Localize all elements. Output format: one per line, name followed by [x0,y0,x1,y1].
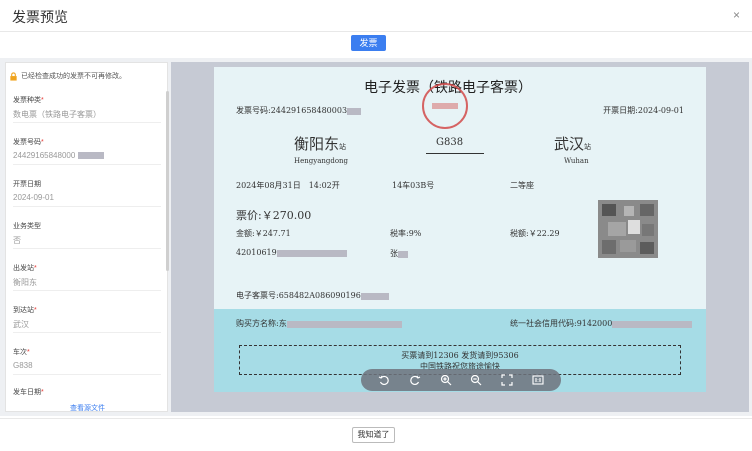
field-label: 业务类型 [13,223,41,230]
field-value[interactable]: 2024-09-01 [13,193,161,202]
field-value[interactable]: G838 [13,361,161,370]
field-value[interactable]: 武汉 [13,319,161,330]
invoice-number: 发票号码:244291658480003 [236,105,362,116]
zoom-out-icon[interactable] [469,373,483,387]
field-train-number: 车次* G838 [13,345,161,375]
departure-time: 2024年08月31日 14:02开 [236,181,340,190]
departure-station: 衡阳东站 [294,135,347,153]
train-arrow-line [426,153,484,154]
buyer-name: 购买方名称:东 [236,318,402,329]
view-source-file-link[interactable]: 查看源文件 [6,403,169,413]
e-ticket-number: 电子客票号:658482A086090196 [236,290,389,301]
field-label: 发车日期* [13,389,44,396]
field-departure-station: 出发站* 衡阳东 [13,261,161,291]
qr-code [598,200,658,258]
field-value[interactable]: 衡阳东 [13,277,161,288]
field-label: 发票号码* [13,139,44,146]
field-business-type: 业务类型 否 [13,219,161,249]
field-departure-date: 发车日期* [13,385,161,399]
dialog-title: 发票预览 [12,9,68,25]
field-label: 开票日期 [13,181,41,188]
field-invoice-number: 发票号码* 24429165848000 [13,135,161,165]
field-label: 到达站* [13,307,37,314]
field-issue-date: 开票日期 2024-09-01 [13,177,161,207]
seat-class: 二等座 [510,181,534,190]
tab-bar: 发票 [0,32,752,54]
tax-rate: 税率:9% [390,229,422,238]
rotate-left-icon[interactable] [377,373,391,387]
tax-amount: 税额:￥22.29 [510,229,560,238]
viewer-toolbar [361,369,561,391]
rotate-right-icon[interactable] [408,373,422,387]
lock-notice: 已经检查成功的发票不可再修改。 [9,69,167,83]
field-label: 出发站* [13,265,37,272]
field-invoice-type: 发票种类* 数电票（铁路电子客票） [13,93,161,123]
notice-line-1: 买票请到12306 发货请到95306 [401,351,519,360]
notice-text: 已经检查成功的发票不可再修改。 [21,73,126,80]
issue-date: 开票日期:2024-09-01 [603,106,684,115]
arrival-pinyin: Wuhan [564,157,589,165]
close-icon[interactable]: × [733,8,740,22]
invoice-info-panel: 已经检查成功的发票不可再修改。 发票种类* 数电票（铁路电子客票） 发票号码* … [5,62,169,413]
arrival-station: 武汉站 [554,135,592,153]
passenger-id: 42010619 [236,248,347,257]
dialog-footer: 我知道了 [0,418,752,451]
seal-stamp [422,83,468,129]
actual-size-icon[interactable] [531,373,545,387]
departure-pinyin: Hengyangdong [294,157,349,165]
field-value[interactable]: 否 [13,235,161,246]
car-seat: 14车03B号 [392,181,435,190]
field-arrival-station: 到达站* 武汉 [13,303,161,333]
amount: 金额:￥247.71 [236,229,291,238]
zoom-in-icon[interactable] [439,373,453,387]
field-label: 发票种类* [13,97,44,104]
acknowledge-button[interactable]: 我知道了 [352,427,395,443]
lock-icon [10,71,17,81]
fit-screen-icon[interactable] [500,373,514,387]
passenger-name: 张 [390,248,408,259]
invoice-viewer: 电子发票（铁路电子客票） 发票号码:244291658480003 开票日期:2… [171,62,749,412]
sidebar-scrollbar[interactable] [166,91,169,271]
credit-code: 统一社会信用代码:9142000 [510,318,693,329]
invoice-image: 电子发票（铁路电子客票） 发票号码:244291658480003 开票日期:2… [214,67,706,392]
tab-invoice[interactable]: 发票 [351,35,386,51]
dialog-header: 发票预览 × [0,0,752,32]
field-label: 车次* [13,349,30,356]
fare: 票价:￥270.00 [236,209,312,222]
field-value[interactable]: 24429165848000 [13,151,161,160]
field-value[interactable]: 数电票（铁路电子客票） [13,109,161,120]
train-number: G838 [436,137,464,148]
